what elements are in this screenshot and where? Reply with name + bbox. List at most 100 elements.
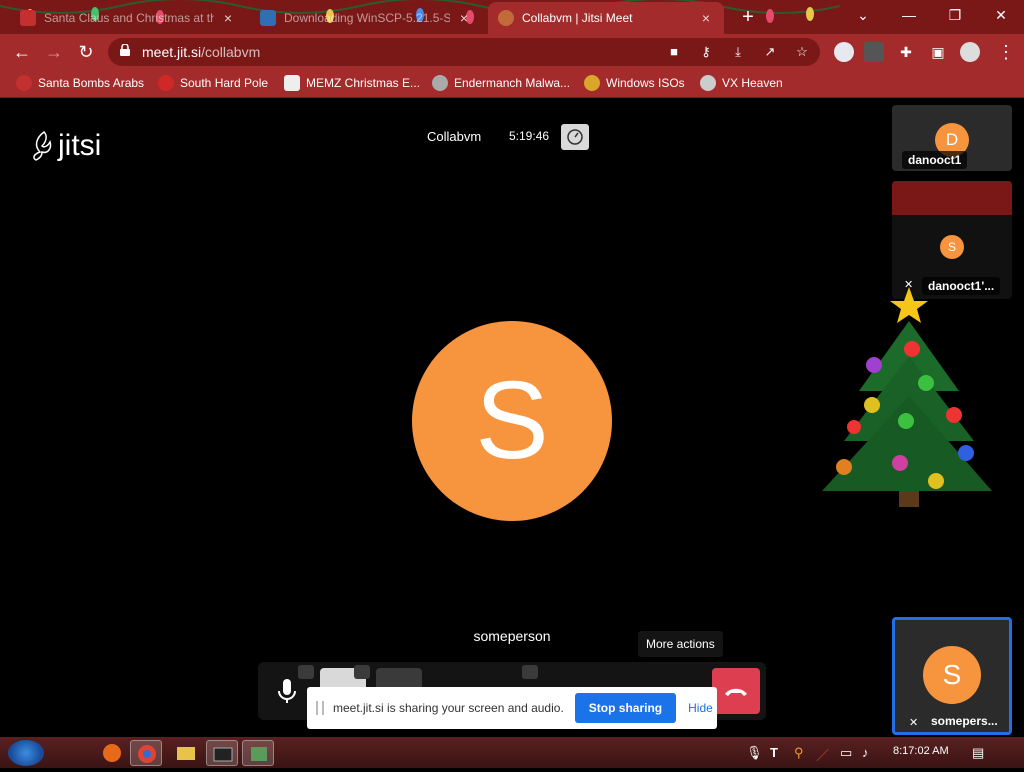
url-text: meet.jit.si/collabvm (142, 44, 260, 60)
tab-title: Downloading WinSCP-5.21.5-Se (284, 11, 450, 25)
meeting-timer: 5:19:46 (509, 129, 550, 143)
participant-name: somepers... (931, 714, 998, 728)
local-participant-thumbnail[interactable]: S ✕ somepers... (892, 617, 1012, 735)
back-button[interactable]: ← (10, 40, 34, 64)
santa-icon (16, 75, 32, 91)
bookmark-label: MEMZ Christmas E... (306, 76, 421, 90)
endermanch-icon (432, 75, 448, 91)
key-icon[interactable]: ⚷ (698, 44, 714, 60)
extensions-puzzle-icon[interactable]: ✚ (894, 40, 918, 64)
bookmarks-bar: Santa Bombs Arabs South Hard Pole MEMZ C… (0, 70, 1024, 98)
volume-icon[interactable]: ♪ (862, 745, 869, 760)
bookmark-item[interactable]: South Hard Pole (158, 75, 268, 91)
network-icon[interactable]: ▭ (840, 745, 852, 761)
phone-hangup-icon (725, 688, 747, 696)
task-view-icon[interactable] (56, 740, 88, 766)
url-host: meet.jit.si (142, 44, 202, 60)
address-bar[interactable]: meet.jit.si/collabvm ■ ⚷ ⤓ ↗ ☆ (108, 38, 820, 66)
forward-button[interactable]: → (42, 40, 66, 64)
chrome-icon[interactable] (130, 740, 162, 766)
bookmark-label: Santa Bombs Arabs (38, 76, 145, 90)
mic-options-chevron-icon[interactable] (298, 665, 314, 679)
participant-thumbnail[interactable]: D danooct1 (892, 105, 1012, 171)
profile-avatar[interactable] (960, 42, 980, 62)
camera-icon[interactable]: ■ (666, 44, 682, 60)
vx-heaven-icon (700, 75, 716, 91)
more-actions-tooltip: More actions (638, 631, 723, 657)
main-participant-name: someperson (473, 628, 551, 644)
app-icon[interactable] (242, 740, 274, 766)
microphone-tray-icon[interactable]: 🎙 (746, 745, 763, 761)
tab-strip: Santa Claus and Christmas at th × Downlo… (0, 0, 1024, 34)
mic-muted-icon: ✕ (909, 717, 919, 729)
speedometer-icon (567, 129, 583, 145)
meeting-stage: jitsi Collabvm 5:19:46 S someperson D da… (0, 99, 1024, 737)
snowflake-icon (20, 10, 36, 26)
tab-search-icon[interactable]: ⌄ (840, 0, 886, 30)
windows-taskbar: 🎙 T ⚲ ／ ▭ ♪ 8:17:02 AM ▤ (0, 737, 1024, 768)
close-icon[interactable]: × (456, 10, 472, 26)
command-prompt-icon[interactable] (206, 740, 238, 766)
connection-quality-button[interactable] (561, 124, 589, 150)
bookmark-star-icon[interactable]: ☆ (794, 44, 810, 60)
bookmark-item[interactable]: VX Heaven (700, 75, 783, 91)
avatar: S (923, 646, 981, 704)
bookmark-item[interactable]: Windows ISOs (584, 75, 685, 91)
christmas-tree-decoration (822, 287, 992, 507)
close-window-button[interactable]: ✕ (978, 0, 1024, 30)
search-tray-icon[interactable]: ⚲ (794, 745, 804, 761)
file-explorer-icon[interactable] (170, 740, 202, 766)
drag-handle-icon[interactable] (316, 701, 324, 715)
url-path: /collabvm (201, 44, 261, 60)
bookmark-item[interactable]: MEMZ Christmas E... (284, 75, 420, 91)
participant-name: danooct1 (902, 151, 968, 169)
close-icon[interactable]: × (220, 10, 236, 26)
stop-sharing-button[interactable]: Stop sharing (574, 693, 677, 723)
lock-icon (120, 44, 130, 56)
windows-isos-icon (584, 75, 600, 91)
screen-share-preview (892, 181, 1012, 215)
extension-icon[interactable] (834, 42, 854, 62)
close-icon[interactable]: × (698, 10, 714, 26)
bookmark-label: VX Heaven (722, 76, 783, 90)
tab-title: Santa Claus and Christmas at th (44, 11, 214, 25)
bookmark-label: South Hard Pole (180, 76, 269, 90)
menu-kebab-icon[interactable]: ⋮ (994, 40, 1018, 64)
bookmark-label: Windows ISOs (606, 76, 685, 90)
reload-button[interactable]: ↻ (74, 40, 98, 64)
sharing-message: meet.jit.si is sharing your screen and a… (333, 701, 564, 715)
logo-text: jitsi (58, 129, 102, 162)
tab-title: Collabvm | Jitsi Meet (522, 11, 633, 25)
firefox-icon[interactable] (96, 740, 128, 766)
hide-button[interactable]: Hide (688, 701, 713, 715)
winscp-icon (260, 10, 276, 26)
pen-tray-icon[interactable]: ／ (816, 745, 829, 764)
start-button[interactable] (8, 740, 44, 766)
screen-sharing-bar: meet.jit.si is sharing your screen and a… (307, 687, 717, 729)
notifications-icon[interactable]: ▤ (972, 745, 984, 761)
jitsi-watermark-icon (33, 131, 52, 161)
restore-button[interactable]: ❐ (932, 0, 978, 30)
share-icon[interactable]: ↗ (762, 44, 778, 60)
new-tab-button[interactable]: + (738, 6, 758, 28)
browser-toolbar: ← → ↻ meet.jit.si/collabvm ■ ⚷ ⤓ ↗ ☆ ✚ ▣… (0, 34, 1024, 70)
extension-s-icon[interactable] (864, 42, 884, 62)
reactions-chevron-icon[interactable] (522, 665, 538, 679)
hangup-button[interactable] (712, 668, 760, 714)
side-panel-icon[interactable]: ▣ (926, 40, 950, 64)
camera-options-chevron-icon[interactable] (354, 665, 370, 679)
tab-santa[interactable]: Santa Claus and Christmas at th × (10, 2, 246, 34)
install-app-icon[interactable]: ⤓ (730, 44, 746, 60)
main-participant-avatar: S (412, 321, 612, 521)
tray-app-icon[interactable]: T (770, 745, 778, 760)
tab-winscp[interactable]: Downloading WinSCP-5.21.5-Se × (250, 2, 482, 34)
taskbar-clock[interactable]: 8:17:02 AM (893, 745, 949, 757)
bookmark-item[interactable]: Santa Bombs Arabs (16, 75, 144, 91)
snowflake-icon (158, 75, 174, 91)
meeting-title: Collabvm (427, 129, 482, 144)
jitsi-logo[interactable]: jitsi (30, 129, 101, 163)
memz-icon (284, 75, 300, 91)
tab-jitsi[interactable]: Collabvm | Jitsi Meet × (488, 2, 724, 34)
minimize-button[interactable]: — (886, 0, 932, 30)
bookmark-item[interactable]: Endermanch Malwa... (432, 75, 570, 91)
